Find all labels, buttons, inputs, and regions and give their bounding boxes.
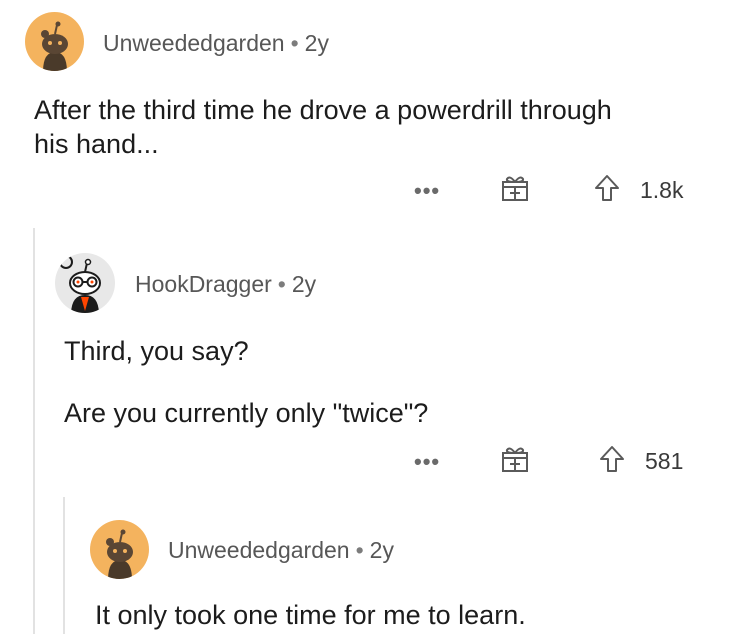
thread-line-level-1 — [33, 228, 35, 634]
username[interactable]: Unweededgarden — [168, 537, 350, 563]
comment-age: 2y — [369, 537, 394, 563]
username[interactable]: Unweededgarden — [103, 30, 285, 56]
gift-award-icon[interactable] — [500, 173, 530, 203]
vote-count: 581 — [645, 448, 684, 474]
comment-body-line: It only took one time for me to learn. — [95, 600, 526, 630]
comment-body-line: Third, you say? — [64, 336, 249, 366]
comment-body: Third, you say? Are you currently only "… — [64, 334, 714, 430]
separator-dot: • — [290, 30, 299, 56]
comment-body-line: his hand... — [34, 129, 159, 159]
avatar[interactable] — [90, 520, 149, 579]
upvote-arrow-icon[interactable] — [593, 173, 621, 203]
username[interactable]: HookDragger — [135, 271, 272, 297]
separator-dot: • — [355, 537, 364, 563]
separator-dot: • — [277, 271, 286, 297]
comment-meta: HookDragger • 2y — [135, 271, 316, 298]
thread-line-level-2 — [63, 497, 65, 634]
comment-age: 2y — [291, 271, 317, 297]
avatar[interactable] — [55, 253, 115, 313]
comment-body: After the third time he drove a powerdri… — [34, 93, 724, 161]
comment-age: 2y — [304, 30, 329, 56]
upvote-arrow-icon[interactable] — [598, 444, 626, 474]
comment-body-line: After the third time he drove a powerdri… — [34, 95, 612, 125]
gift-award-icon[interactable] — [500, 444, 530, 474]
comment-meta: Unweededgarden • 2y — [103, 30, 329, 57]
comment-body-line: Are you currently only "twice"? — [64, 398, 429, 428]
snoo-avatar-icon — [106, 529, 133, 579]
more-options-button[interactable]: ••• — [414, 449, 440, 475]
comment-meta: Unweededgarden • 2y — [168, 537, 394, 564]
comment-body: It only took one time for me to learn. — [95, 598, 715, 632]
more-options-button[interactable]: ••• — [414, 178, 440, 204]
snoo-avatar-icon — [41, 21, 68, 71]
snoo-avatar-icon — [59, 255, 101, 313]
avatar[interactable] — [25, 12, 84, 71]
vote-count: 1.8k — [640, 177, 684, 203]
